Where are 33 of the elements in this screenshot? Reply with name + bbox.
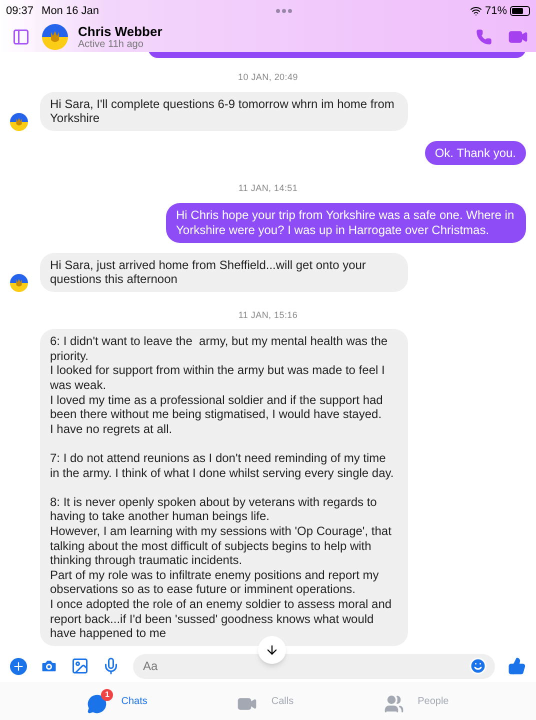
contact-status: Active 11h ago xyxy=(78,40,144,50)
add-icon[interactable] xyxy=(10,658,27,674)
avatar-icon xyxy=(42,24,68,50)
thumbs-up-icon[interactable] xyxy=(508,657,526,675)
tab[interactable]: Calls xyxy=(237,688,294,714)
microphone-icon[interactable] xyxy=(102,657,120,675)
tab[interactable]: People xyxy=(384,688,449,714)
status-time: 09:37 xyxy=(6,4,34,19)
message-bubble: 6: I didn't want to leave the army, but my mental health was the priority. I looked for support from within the army but was made to feel I was weak. I loved my time as a professional soldier and if the support had been there without me being stigmatised, I would have stayed. I have no regrets at all. 7: I do not attend reunions as I don't need reminding of my time in the army. I think of what I done whilst serving every single day. 8: It is never openly spoken about by veterans with regards to having to take another human beings life. However, I am learning with my sessions with 'Op Courage', that talking about the most difficult of subjects begins to help with thinking through traumatic incidents. Part of my role was to infiltrate enemy positions and report my observations so as to ease future or imminent operations. I once adopted the role of an enemy soldier to assess moral and report back...if I'd been 'sussed' goodness knows what would have happened to me xyxy=(40,329,408,646)
status-date: Mon 16 Jan xyxy=(42,4,100,19)
phone-icon[interactable] xyxy=(476,29,492,45)
emoji-icon[interactable] xyxy=(469,657,487,675)
chat-bubble-icon xyxy=(87,694,108,714)
message-timestamp: 11 JAN, 14:51 xyxy=(238,182,298,196)
message-bubble: Hi Chris hope your trip from Yorkshire was a safe one. Where in Yorkshire were you? I was up in Harrogate over Christmas. xyxy=(166,202,526,243)
unread-badge: 1 xyxy=(101,688,114,700)
message-input[interactable]: Aa xyxy=(133,654,495,678)
avatar-icon xyxy=(10,112,28,131)
message-bubble: Hi Sara, just arrived home from Sheffield...will get onto your questions this afternoon xyxy=(40,252,408,292)
image-icon[interactable] xyxy=(71,657,89,675)
sidebar-toggle-icon[interactable] xyxy=(12,28,30,46)
battery-percent: 71% xyxy=(484,4,507,19)
message-timestamp: 11 JAN, 15:16 xyxy=(238,308,298,322)
avatar-icon xyxy=(10,274,28,292)
arrow-down-icon xyxy=(265,643,279,657)
message-bubble: Hi Sara, I'll complete questions 6-9 tomorrow whrn im home from Yorkshire xyxy=(40,92,408,131)
people-icon xyxy=(384,694,404,714)
message-bubble: Ok. Thank you. xyxy=(424,140,526,166)
message-timestamp: 10 JAN, 20:49 xyxy=(238,71,298,84)
contact-name: Chris Webber xyxy=(78,24,162,38)
battery-icon xyxy=(510,6,530,16)
more-dots-icon xyxy=(276,9,292,13)
tab[interactable]: 1 Chats xyxy=(87,688,148,714)
